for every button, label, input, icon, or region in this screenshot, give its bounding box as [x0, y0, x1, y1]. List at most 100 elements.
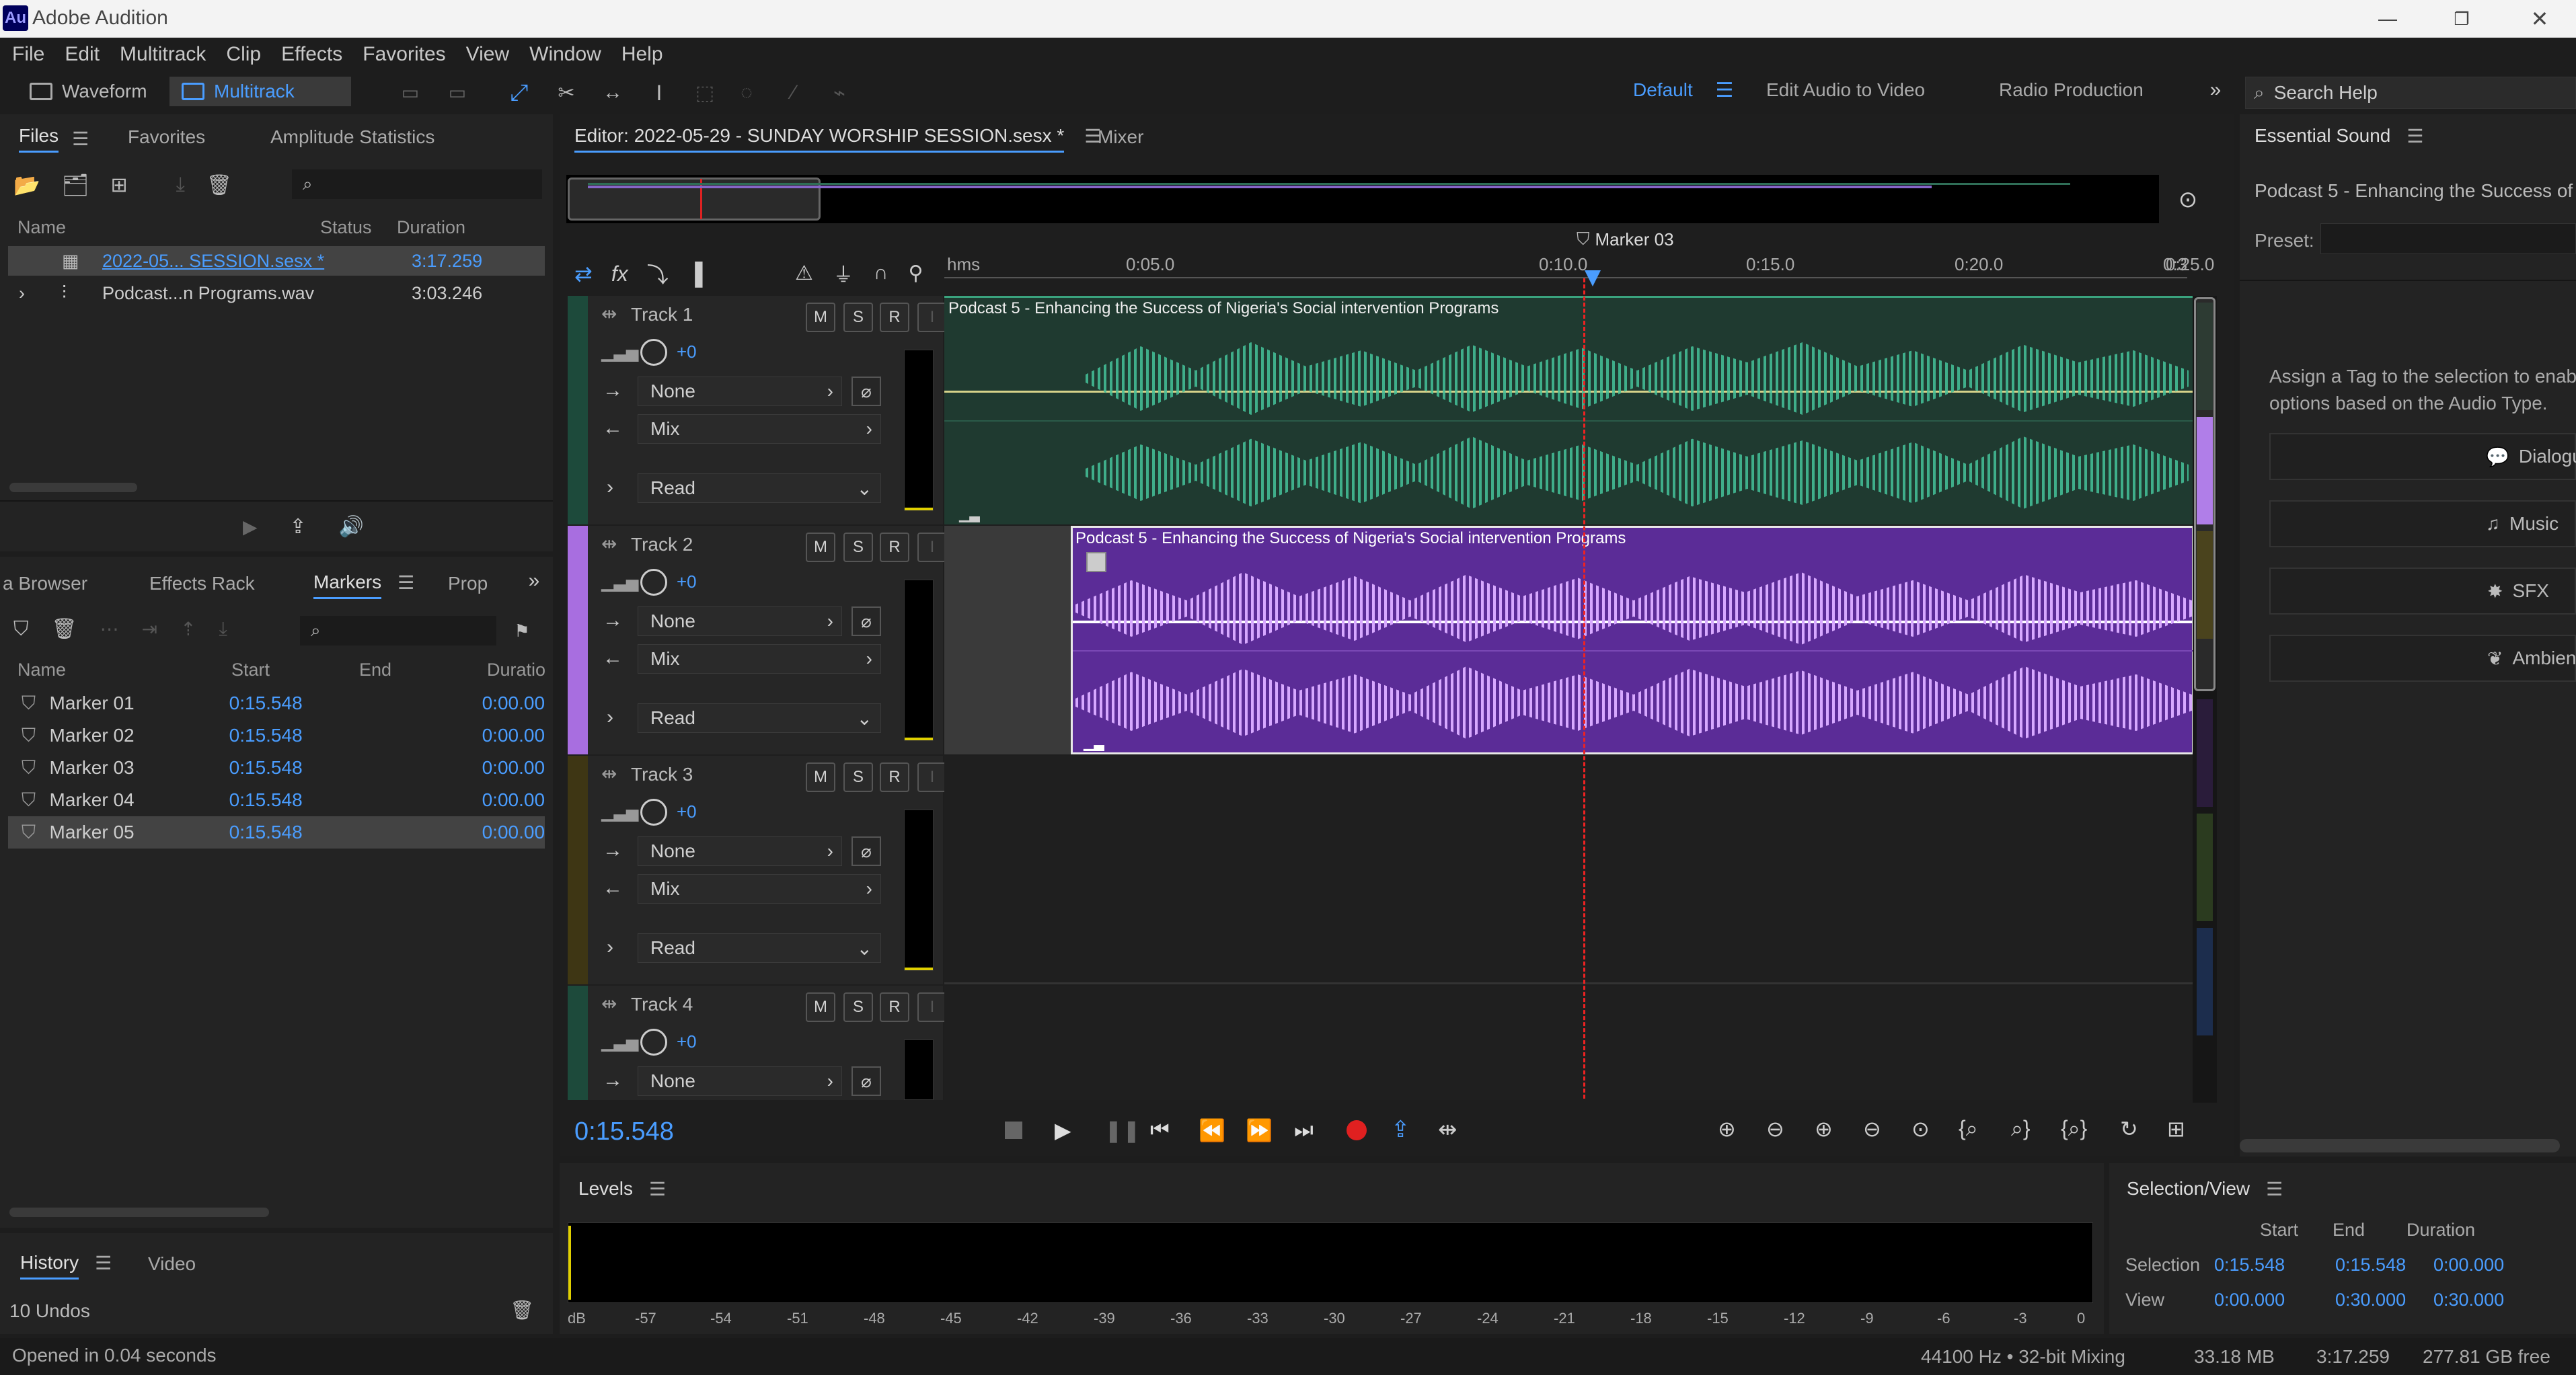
markers-search-input[interactable]: ⌕ — [300, 616, 496, 645]
skip-previous-icon[interactable]: ⏮ — [1150, 1117, 1170, 1143]
phase-icon[interactable]: ⌀ — [851, 836, 881, 866]
eq-icon[interactable]: ▐ — [687, 262, 703, 286]
solo-button[interactable]: S — [843, 762, 873, 792]
inputs-outputs-icon[interactable]: ⇄ — [574, 261, 593, 286]
solo-button[interactable]: S — [843, 533, 873, 562]
markers-tab[interactable]: Markers ☰ — [313, 572, 414, 599]
export-markers-icon[interactable]: ⇡ — [180, 618, 196, 640]
mixer-tab[interactable]: Mixer — [1098, 126, 1143, 148]
monitor-input-button[interactable]: I — [917, 303, 947, 332]
zoom-in-amplitude-icon[interactable]: ⊕ — [1718, 1116, 1736, 1142]
zoom-in-time-icon[interactable]: ⊕ — [1815, 1116, 1833, 1142]
zoom-overview-icon[interactable]: ⊙ — [2171, 183, 2205, 217]
dialogue-button[interactable]: 💬 Dialogue — [2269, 433, 2576, 480]
view-duration[interactable]: 0:30.000 — [2433, 1290, 2504, 1310]
fast-forward-icon[interactable]: ⏩ — [1246, 1117, 1273, 1143]
file-row[interactable]: ▦ 2022-05... SESSION.sesx * 3:17.259 — [8, 246, 545, 276]
sends-icon[interactable]: ⤵ — [647, 258, 669, 289]
zoom-reset-icon[interactable]: ↻ — [2120, 1116, 2138, 1142]
minimize-icon[interactable]: — — [2374, 5, 2401, 32]
filter-markers-icon[interactable]: ⚑ — [508, 617, 535, 644]
metronome-icon[interactable]: ⚠ — [795, 262, 813, 285]
marker-row[interactable]: ⛉ Marker 01 0:15.548 0:00.00 — [8, 687, 545, 719]
files-tab[interactable]: Files ☰ — [19, 125, 89, 153]
import-file-icon[interactable]: 🗂 — [62, 172, 89, 198]
automation-mode-select[interactable]: Read ⌄ — [638, 933, 881, 963]
track-4-lane[interactable] — [944, 986, 2194, 1100]
expand-icon[interactable]: › — [19, 283, 62, 304]
history-tab[interactable]: History ☰ — [20, 1252, 112, 1280]
clip-fx-icon[interactable] — [1086, 552, 1106, 572]
col-name[interactable]: Name — [17, 660, 231, 680]
menu-view[interactable]: View — [466, 43, 509, 66]
drag-handle-icon[interactable]: ⇹ — [601, 992, 617, 1015]
monitor-input-button[interactable]: I — [917, 992, 947, 1022]
pause-icon[interactable]: ❚❚ — [1104, 1117, 1141, 1143]
selection-start[interactable]: 0:15.548 — [2214, 1255, 2285, 1275]
marker-row[interactable]: ⛉ Marker 03 0:15.548 0:00.00 — [8, 752, 545, 784]
record-arm-button[interactable]: R — [880, 992, 909, 1022]
view-end[interactable]: 0:30.000 — [2335, 1290, 2406, 1310]
insert-playlist-icon[interactable]: ⇥ — [142, 618, 157, 640]
new-file-icon[interactable]: ⊞ — [110, 173, 127, 197]
menu-help[interactable]: Help — [621, 43, 663, 66]
zoom-tracks-icon[interactable]: ⊞ — [2167, 1116, 2185, 1142]
time-ruler[interactable]: hms 0:05.0 0:10.0 0:15.0 0:20.0 0:25.0 0… — [944, 251, 2214, 278]
selection-view-tab[interactable]: Selection/View ☰ — [2127, 1178, 2283, 1200]
batch-process-icon[interactable]: ⤓ — [219, 618, 227, 640]
marker-row[interactable]: ⛉ Marker 04 0:15.548 0:00.00 — [8, 784, 545, 816]
play-icon[interactable]: ▶ — [1055, 1117, 1071, 1143]
track-name[interactable]: Track 3 — [631, 764, 693, 785]
preset-select[interactable] — [2320, 223, 2576, 254]
lasso-tool-icon[interactable]: ◌ — [733, 79, 760, 106]
volume-knob[interactable] — [640, 1029, 667, 1056]
menu-multitrack[interactable]: Multitrack — [120, 43, 206, 66]
healing-tool-icon[interactable]: ⌁ — [826, 79, 853, 106]
editor-tab[interactable]: Editor: 2022-05-29 - SUNDAY WORSHIP SESS… — [574, 125, 1101, 153]
files-panel-menu-icon[interactable]: ☰ — [72, 128, 89, 150]
expand-track-icon[interactable]: › — [607, 476, 613, 499]
workspace-default[interactable]: Default — [1633, 79, 1693, 101]
close-icon[interactable]: ✕ — [2526, 5, 2553, 32]
col-duration[interactable]: Duration — [397, 217, 465, 238]
monitor-input-button[interactable]: I — [917, 533, 947, 562]
more-workspaces-icon[interactable]: » — [2203, 78, 2228, 102]
volume-value[interactable]: +0 — [677, 342, 697, 362]
current-time-display[interactable]: 0:15.548 — [574, 1117, 674, 1146]
volume-value[interactable]: +0 — [677, 1031, 697, 1052]
levels-tab[interactable]: Levels ☰ — [578, 1178, 666, 1200]
selection-view-menu-icon[interactable]: ☰ — [2266, 1178, 2283, 1200]
mute-button[interactable]: M — [806, 303, 835, 332]
properties-tab[interactable]: Prop — [448, 573, 488, 594]
rewind-icon[interactable]: ⏪ — [1199, 1117, 1225, 1143]
favorites-tab[interactable]: Favorites — [128, 126, 205, 148]
track-2-clip[interactable]: Podcast 5 - Enhancing the Success of Nig… — [1071, 526, 2196, 754]
menu-effects[interactable]: Effects — [281, 43, 342, 66]
phase-icon[interactable]: ⌀ — [851, 606, 881, 636]
levels-menu-icon[interactable]: ☰ — [649, 1178, 666, 1200]
open-file-icon[interactable]: 📂 — [13, 172, 40, 198]
expand-track-icon[interactable]: › — [607, 706, 613, 729]
amplitude-statistics-tab[interactable]: Amplitude Statistics — [270, 126, 434, 148]
drag-handle-icon[interactable]: ⇹ — [601, 762, 617, 785]
media-browser-tab[interactable]: a Browser — [3, 573, 87, 594]
effects-icon[interactable]: fx — [611, 262, 628, 286]
add-marker-icon[interactable]: ⛉ — [13, 618, 29, 641]
volume-knob[interactable] — [640, 339, 667, 366]
menu-clip[interactable]: Clip — [226, 43, 261, 66]
markers-scrollbar[interactable] — [9, 1208, 269, 1217]
track-2-empty-area[interactable] — [944, 526, 1071, 754]
loop-playback-icon[interactable]: ⇪ — [1391, 1116, 1410, 1143]
track-name[interactable]: Track 4 — [631, 994, 693, 1015]
zoom-selection-out-icon[interactable]: ⌕} — [2011, 1116, 2031, 1142]
menu-file[interactable]: File — [12, 43, 44, 66]
mute-button[interactable]: M — [806, 533, 835, 562]
insert-multitrack-icon[interactable]: ⤓ — [176, 173, 185, 196]
effects-rack-tab[interactable]: Effects Rack — [149, 573, 255, 594]
solo-button[interactable]: S — [843, 303, 873, 332]
output-select[interactable]: Mix › — [638, 414, 881, 444]
delete-icon[interactable]: 🗑 — [206, 173, 232, 197]
merge-markers-icon[interactable]: ⋯ — [100, 618, 119, 640]
marker-row[interactable]: ⛉ Marker 02 0:15.548 0:00.00 — [8, 719, 545, 752]
volume-value[interactable]: +0 — [677, 801, 697, 822]
